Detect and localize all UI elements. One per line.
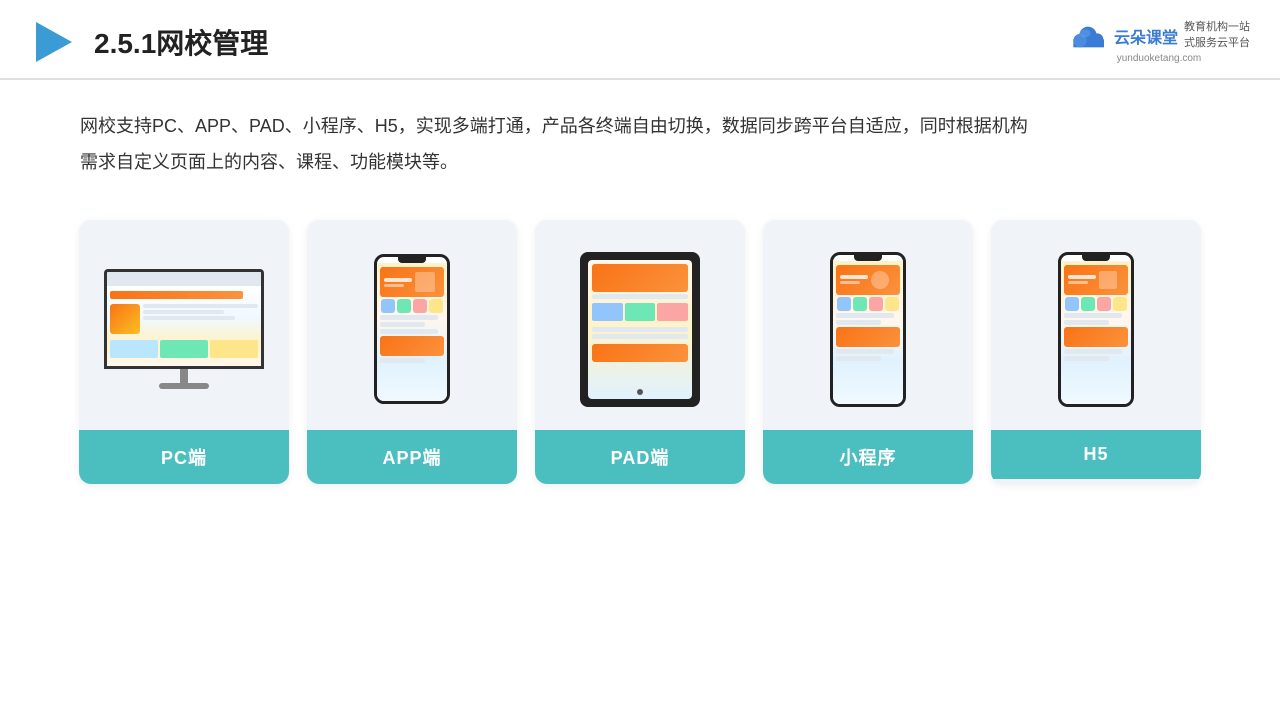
pc-mockup <box>104 269 264 389</box>
description-text: 网校支持PC、APP、PAD、小程序、H5，实现多端打通，产品各终端自由切换，数… <box>0 80 1280 190</box>
logo-name: 云朵课堂 <box>1114 24 1178 48</box>
header: 2.5.1网校管理 云朵课堂 教育机构一站 式服务云平台 yunduoketan… <box>0 0 1280 80</box>
platform-cards: PC端 <box>0 200 1280 504</box>
card-mini-image <box>763 220 973 430</box>
mini-phone-mockup <box>830 252 906 407</box>
mini-phone-screen <box>833 261 903 404</box>
cloud-logo-icon <box>1068 22 1108 50</box>
logo-cloud: 云朵课堂 教育机构一站 式服务云平台 <box>1068 20 1250 51</box>
card-pad: PAD端 <box>535 220 745 484</box>
app-phone-screen <box>377 263 447 401</box>
h5-phone-mockup <box>1058 252 1134 407</box>
card-pad-label: PAD端 <box>535 430 745 484</box>
pad-tablet-screen <box>588 260 692 399</box>
card-h5-label: H5 <box>991 430 1201 479</box>
logo-area: 云朵课堂 教育机构一站 式服务云平台 yunduoketang.com <box>1068 20 1250 64</box>
card-app: APP端 <box>307 220 517 484</box>
play-icon <box>30 18 78 66</box>
app-phone-mockup <box>374 254 450 404</box>
h5-phone-screen <box>1061 261 1131 404</box>
header-left: 2.5.1网校管理 <box>30 18 268 66</box>
card-pc-image <box>79 220 289 430</box>
card-mini-label: 小程序 <box>763 430 973 484</box>
card-app-image <box>307 220 517 430</box>
card-pad-image <box>535 220 745 430</box>
card-app-label: APP端 <box>307 430 517 484</box>
card-pc-label: PC端 <box>79 430 289 484</box>
card-pc: PC端 <box>79 220 289 484</box>
page-title: 2.5.1网校管理 <box>94 22 268 62</box>
card-mini: 小程序 <box>763 220 973 484</box>
logo-url: yunduoketang.com <box>1117 53 1202 64</box>
logo-tagline: 教育机构一站 式服务云平台 <box>1184 20 1250 51</box>
card-h5: H5 <box>991 220 1201 484</box>
card-h5-image <box>991 220 1201 430</box>
pad-tablet-mockup <box>580 252 700 407</box>
pc-screen <box>104 269 264 369</box>
